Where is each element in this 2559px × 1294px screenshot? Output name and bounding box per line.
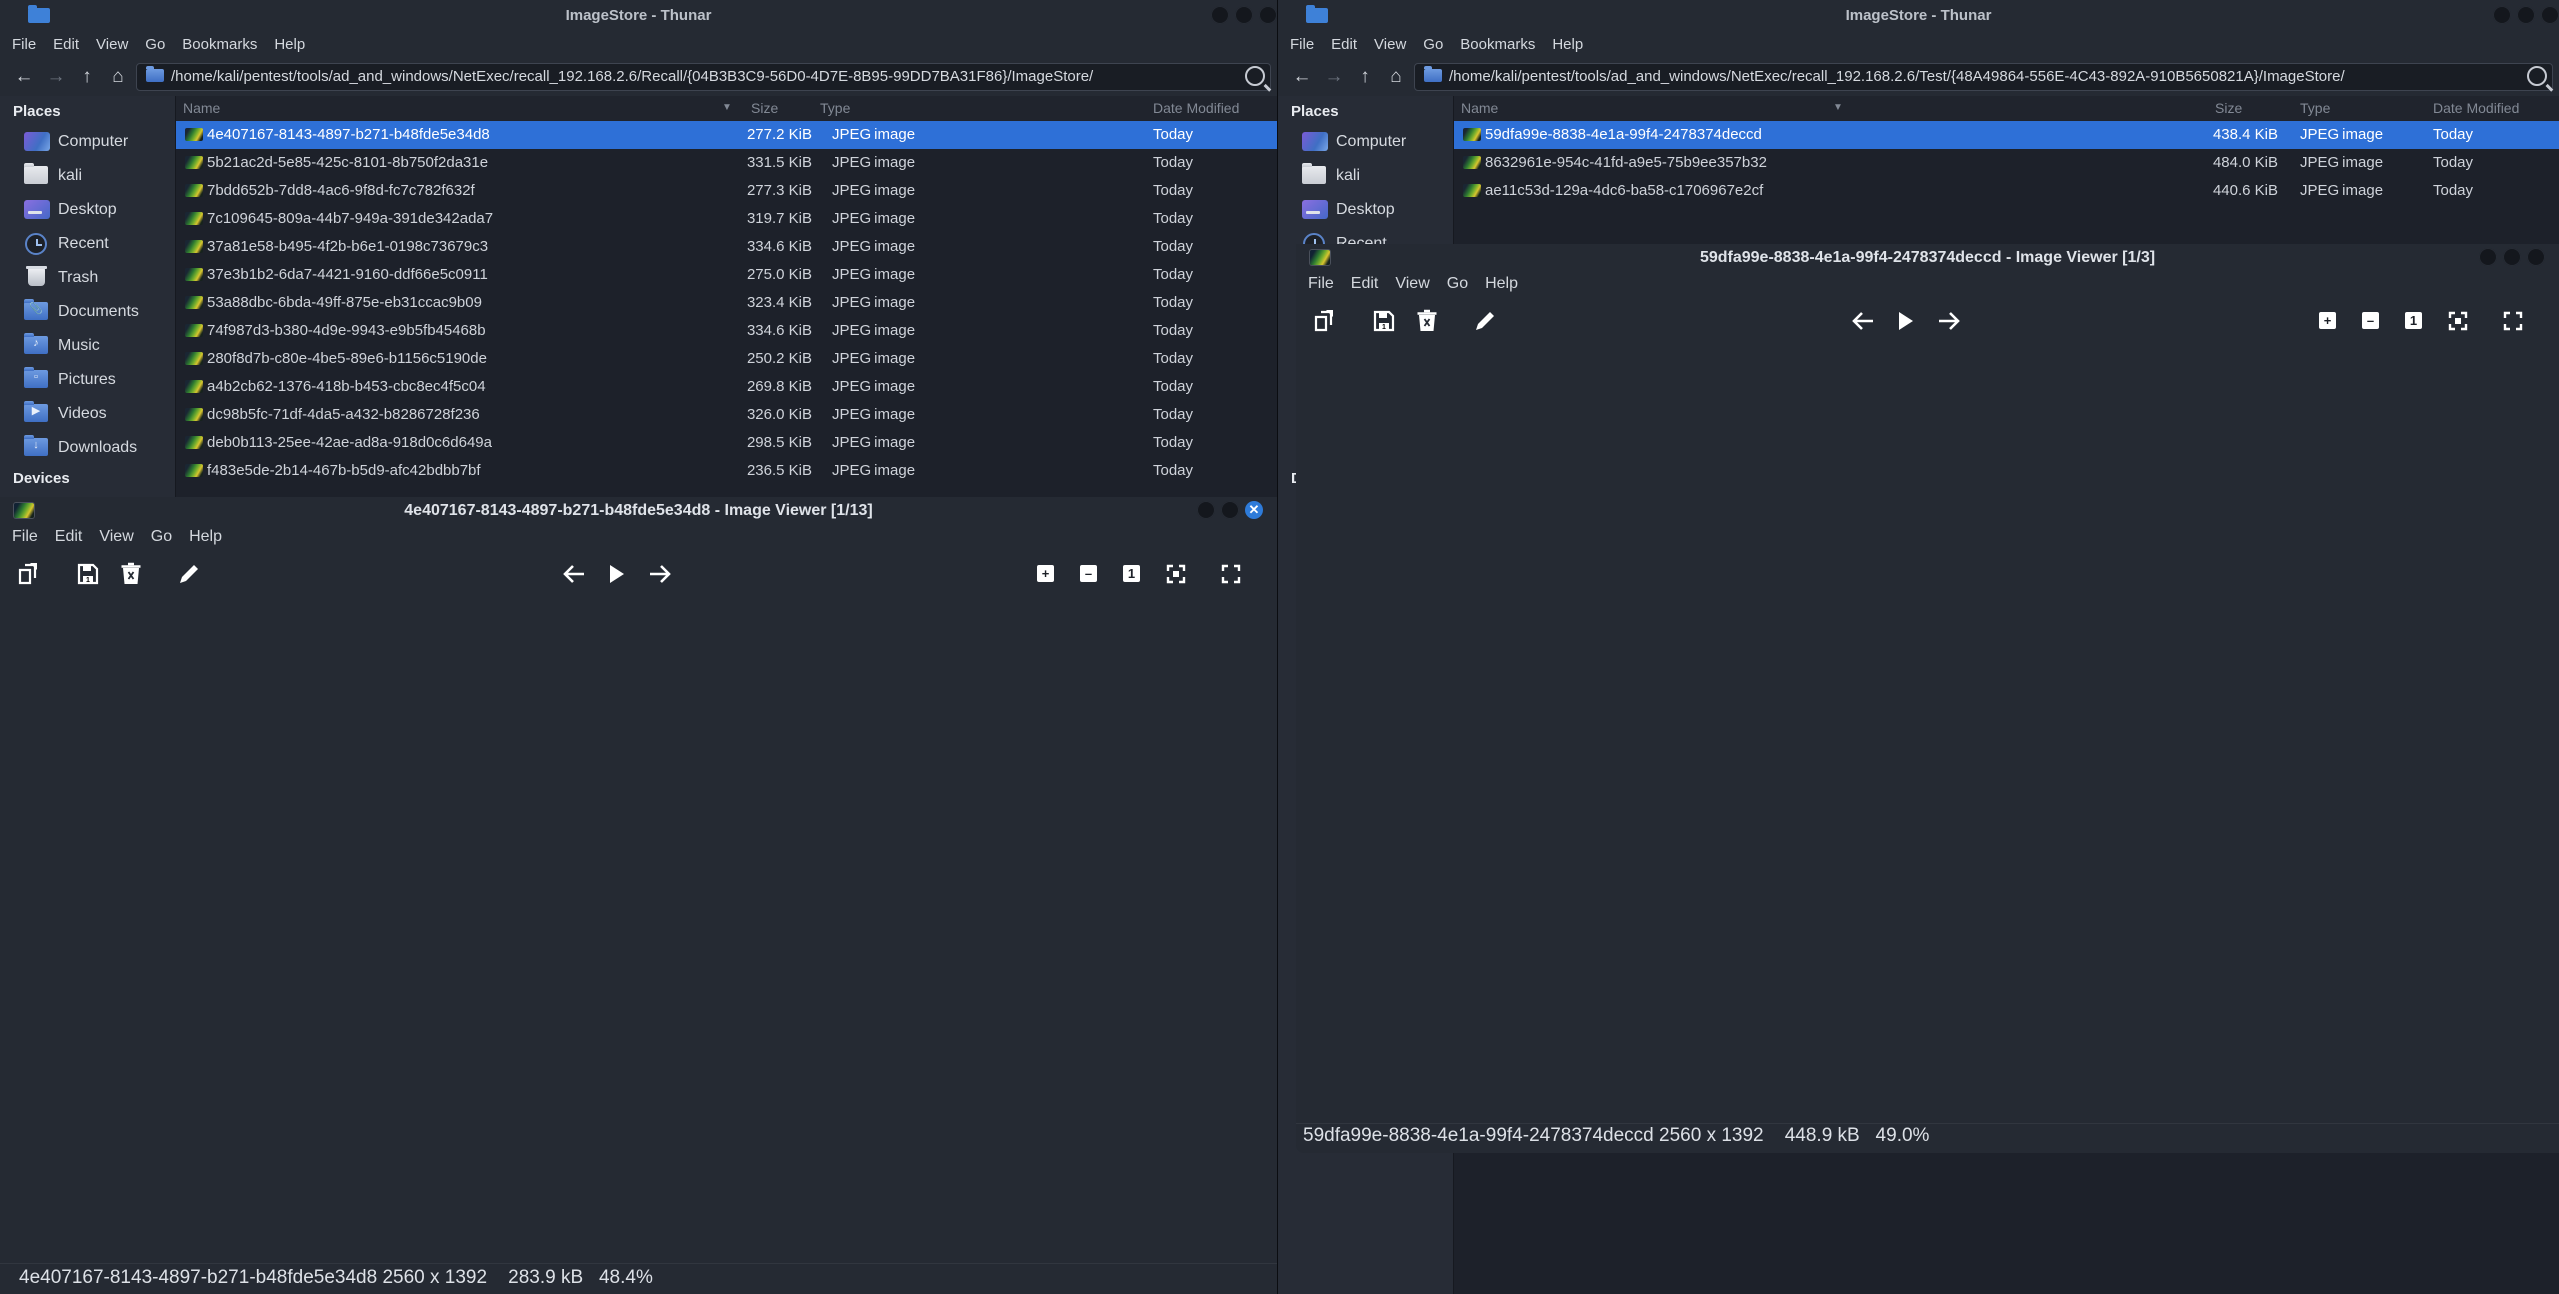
svg-text:1: 1	[86, 577, 90, 584]
svg-text:1: 1	[1382, 324, 1386, 331]
